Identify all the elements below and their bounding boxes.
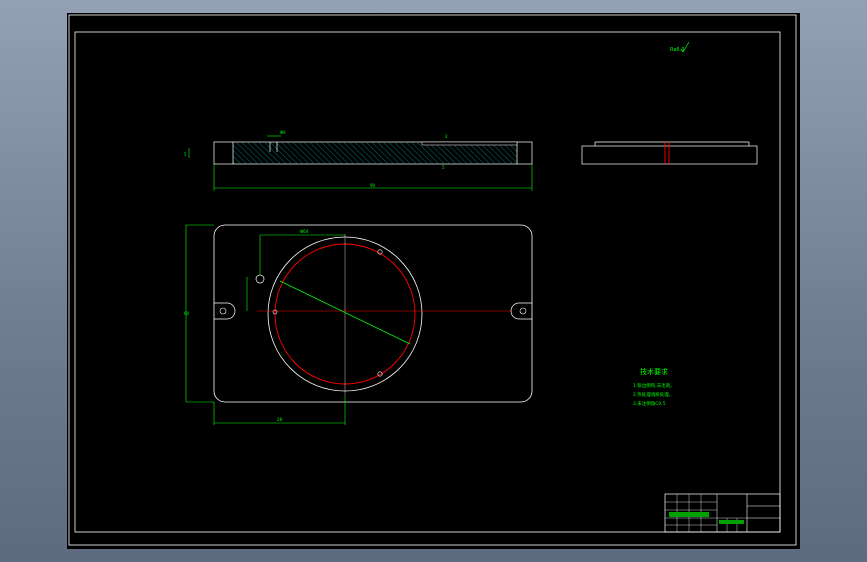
end-view: [581, 141, 758, 165]
roughness-label: Ra6.3: [670, 47, 684, 53]
plate-height-dim: 60: [184, 311, 190, 316]
inner-frame: [74, 31, 781, 533]
groove-dim-2: 5: [442, 165, 445, 170]
overall-length-dim: 90: [370, 183, 376, 188]
roughness-symbol: Ra6.3: [670, 41, 690, 53]
title-block: [664, 493, 781, 533]
offset-dim: 28: [277, 417, 283, 422]
plan-view: 60 Φ64 28: [184, 224, 533, 425]
drawing-canvas[interactable]: Ra6.3 5 90 Φ6 2 5 60 Φ64 28 技术要求 1.锐边倒钝,…: [67, 13, 800, 549]
tech-req-title: 技术要求: [640, 367, 668, 376]
side-thickness-dim: 5: [184, 152, 187, 157]
section-view: 5 90 Φ6 2 5: [184, 130, 533, 191]
outer-frame: [68, 14, 797, 546]
tech-requirements: 技术要求 1.锐边倒钝,去毛刺。 2.热处理调质处理。 3.未注倒角C0.5: [633, 367, 675, 407]
tech-req-line-1: 1.锐边倒钝,去毛刺。: [633, 382, 675, 389]
section-hatch: [233, 142, 517, 164]
groove-dim: 2: [445, 134, 448, 139]
tech-req-line-3: 3.未注倒角C0.5: [633, 400, 666, 407]
bore-dim: Φ64: [300, 229, 309, 234]
cad-drawing-viewport[interactable]: Ra6.3 5 90 Φ6 2 5 60 Φ64 28 技术要求 1.锐边倒钝,…: [67, 13, 800, 549]
top-view-width-dim: Φ6: [280, 130, 286, 135]
tech-req-line-2: 2.热处理调质处理。: [633, 391, 673, 398]
